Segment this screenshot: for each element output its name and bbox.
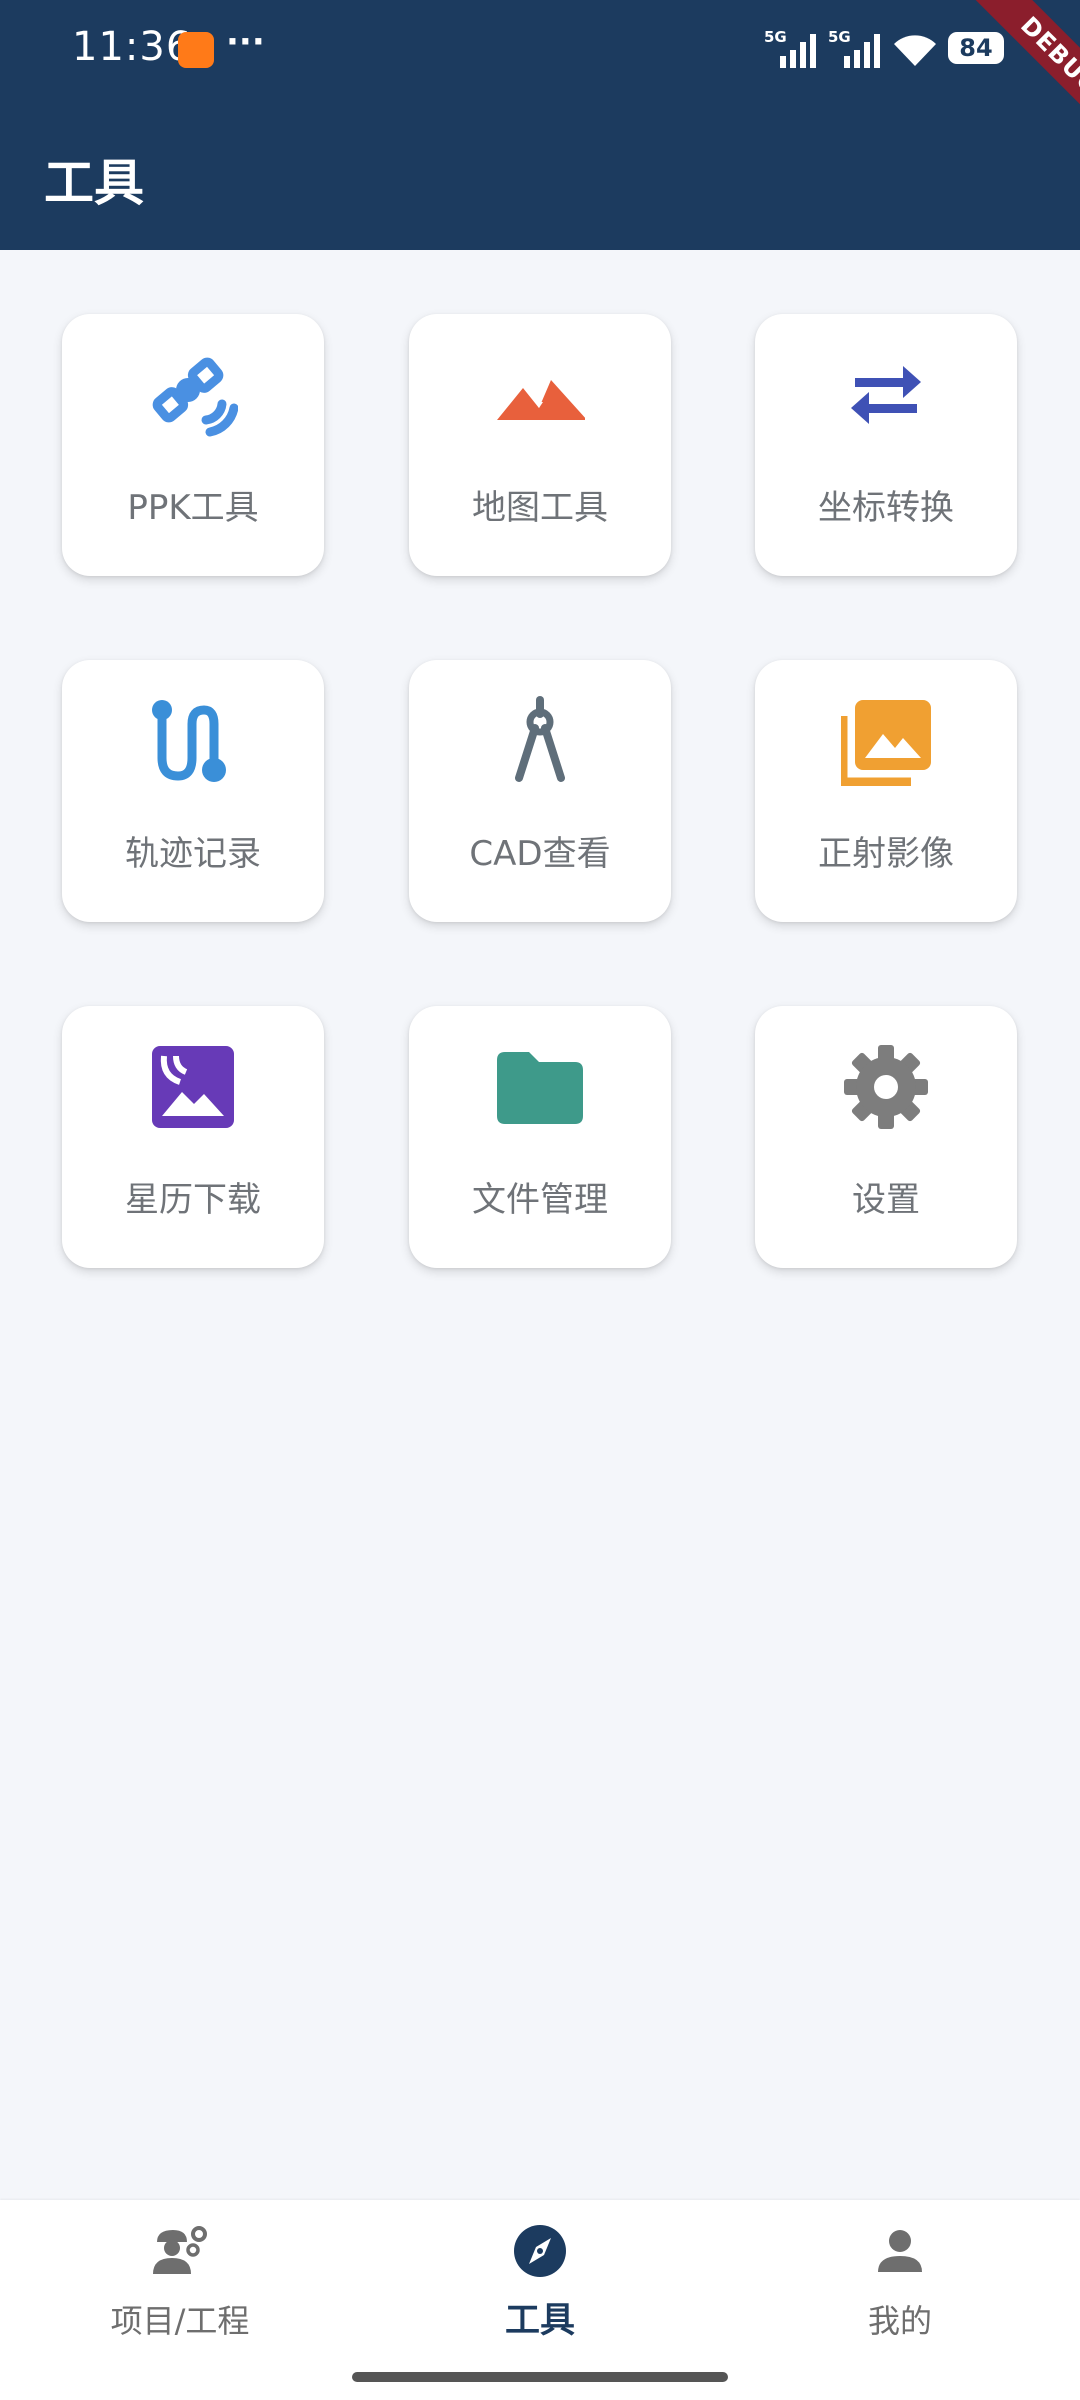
signal-2-label: 5G	[828, 28, 851, 46]
shopping-bag-icon	[178, 32, 214, 68]
tool-card-coordinate-convert[interactable]: 坐标转换	[755, 314, 1017, 576]
satellite-image-icon	[148, 1042, 238, 1132]
tool-card-settings[interactable]: 设置	[755, 1006, 1017, 1268]
signal-1-label: 5G	[764, 28, 787, 46]
debug-banner-wrap: DEBUG	[930, 0, 1080, 150]
nav-item-tools[interactable]: 工具	[360, 2200, 720, 2360]
bottom-navigation: 项目/工程 工具 我的	[0, 2200, 1080, 2400]
tool-card-file-manager[interactable]: 文件管理	[409, 1006, 671, 1268]
nav-item-projects[interactable]: 项目/工程	[0, 2200, 360, 2360]
tool-label: 轨迹记录	[125, 834, 261, 874]
app-root: 11:36 ··· 5G 5G 84 DEBUG 工具 PPK工具 地图工具 坐…	[0, 0, 1080, 2400]
tool-label: CAD查看	[469, 834, 611, 874]
more-notifications-icon: ···	[226, 22, 265, 62]
tool-card-map[interactable]: 地图工具	[409, 314, 671, 576]
tool-label: PPK工具	[127, 488, 259, 528]
person-icon	[873, 2224, 927, 2278]
status-time: 11:36	[72, 24, 193, 70]
nav-label: 我的	[867, 2302, 932, 2340]
signal-icon: 5G	[828, 28, 880, 68]
app-header: 11:36 ··· 5G 5G 84 DEBUG 工具	[0, 0, 1080, 250]
tool-card-cad-viewer[interactable]: CAD查看	[409, 660, 671, 922]
photo-library-icon	[841, 696, 931, 786]
compass-icon	[513, 2224, 567, 2278]
nav-label: 项目/工程	[110, 2302, 250, 2340]
nav-label: 工具	[504, 2301, 575, 2341]
tool-card-ppk[interactable]: PPK工具	[62, 314, 324, 576]
page-title: 工具	[44, 154, 144, 212]
swap-arrows-icon	[841, 350, 931, 440]
route-icon	[148, 696, 238, 786]
tool-label: 星历下载	[125, 1180, 261, 1220]
nav-item-me[interactable]: 我的	[720, 2200, 1080, 2360]
satellite-icon	[148, 350, 238, 440]
tool-card-track-record[interactable]: 轨迹记录	[62, 660, 324, 922]
gear-icon	[841, 1042, 931, 1132]
compass-drafting-icon	[495, 696, 585, 786]
tool-card-orthophoto[interactable]: 正射影像	[755, 660, 1017, 922]
status-bar: 11:36 ··· 5G 5G 84	[0, 0, 1080, 100]
tool-card-ephemeris-download[interactable]: 星历下载	[62, 1006, 324, 1268]
tool-label: 设置	[852, 1180, 920, 1220]
tool-label: 文件管理	[472, 1180, 608, 1220]
folder-icon	[495, 1042, 585, 1132]
engineer-gear-icon	[153, 2224, 207, 2278]
tool-label: 坐标转换	[818, 488, 954, 528]
tool-label: 正射影像	[818, 834, 954, 874]
tool-label: 地图工具	[472, 488, 608, 528]
mountain-icon	[495, 350, 585, 440]
signal-icon: 5G	[764, 28, 816, 68]
debug-banner: DEBUG	[953, 0, 1080, 150]
home-indicator[interactable]	[352, 2372, 728, 2382]
